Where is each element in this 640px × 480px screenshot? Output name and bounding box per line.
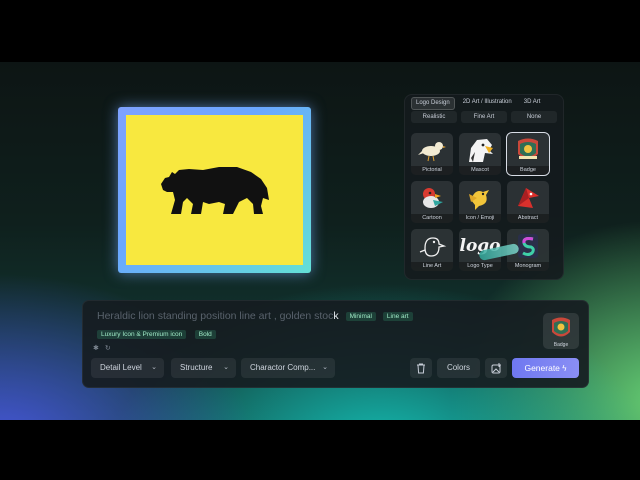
prompt-bar: Heraldic lion standing position line art… [82, 300, 589, 388]
tile-label: Badge [507, 166, 549, 175]
chevron-down-icon: ⌄ [151, 364, 157, 371]
tab-2d-art[interactable]: 2D Art / Illustration [459, 97, 516, 108]
style-tile-mascot[interactable]: Mascot [459, 133, 501, 175]
detail-level-dropdown[interactable]: Detail Level ⌄ [91, 358, 164, 378]
tile-label: Icon / Emoji [459, 214, 501, 223]
preview-image-frame [118, 107, 311, 273]
tile-label: Abstract [507, 214, 549, 223]
bear-silhouette-icon [160, 167, 269, 214]
subtab-fine-art[interactable]: Fine Art [461, 111, 507, 123]
refresh-icon[interactable]: ↻ [105, 344, 111, 352]
prompt-typed-char: k [333, 310, 339, 322]
subtab-none[interactable]: None [511, 111, 557, 123]
tile-label: Pictorial [411, 166, 453, 175]
style-tile-badge[interactable]: Badge [506, 132, 550, 176]
structure-dropdown[interactable]: Structure ⌄ [171, 358, 236, 378]
chevron-down-icon: ⌄ [223, 364, 229, 371]
style-tile-line-art[interactable]: Line Art [411, 229, 453, 271]
style-tile-abstract[interactable]: Abstract [507, 181, 549, 223]
style-panel: Logo Design 2D Art / Illustration 3D Art… [404, 94, 564, 280]
chip-minimal[interactable]: Minimal [345, 311, 376, 321]
prompt-text: Heraldic lion standing position line art… [97, 310, 334, 322]
dropdown-label: Charactor Comp... [250, 363, 316, 372]
delete-button[interactable] [410, 358, 432, 378]
tile-label: Monogram [507, 262, 549, 271]
trash-icon [417, 363, 425, 373]
monogram-s-icon [518, 234, 538, 258]
prompt-chips: Luxury Icon & Premium icon Bold [97, 326, 220, 344]
chip-line-art[interactable]: Line art [382, 311, 413, 321]
tile-label: Line Art [411, 262, 453, 271]
eagle-mascot-icon [469, 139, 493, 162]
abstract-bird-icon [518, 188, 539, 208]
badge-emblem-icon [518, 138, 538, 159]
chip-luxury-icon[interactable]: Luxury Icon & Premium icon [97, 330, 187, 340]
dropdown-label: Detail Level [100, 363, 142, 372]
category-tabs: Logo Design 2D Art / Illustration 3D Art [411, 97, 561, 110]
tab-3d-art[interactable]: 3D Art [520, 97, 545, 108]
cartoon-bird-icon [423, 188, 443, 208]
sub-style-tabs: Realistic Fine Art None [411, 111, 557, 123]
prompt-mini-tools: ✱ ↻ [93, 344, 111, 352]
chevron-down-icon: ⌄ [322, 364, 328, 371]
line-art-bird-icon [419, 237, 447, 257]
generate-label: Generate [524, 363, 560, 373]
image-reference-button[interactable] [485, 358, 507, 378]
badge-emblem-icon [552, 317, 570, 337]
tile-label: Logo Type [459, 262, 501, 271]
tile-label: Mascot [459, 166, 501, 175]
colors-button[interactable]: Colors [437, 358, 480, 378]
yellow-bird-icon [469, 190, 489, 210]
dropdown-label: Structure [180, 363, 213, 372]
lightning-icon: ϟ [562, 364, 567, 373]
selected-style-label: Badge [553, 342, 569, 348]
style-tile-pictorial[interactable]: Pictorial [411, 133, 453, 175]
preview-image[interactable] [126, 115, 303, 265]
style-tile-icon-emoji[interactable]: Icon / Emoji [459, 181, 501, 223]
subtab-realistic[interactable]: Realistic [411, 111, 457, 123]
chip-bold[interactable]: Bold [194, 330, 216, 340]
generate-button[interactable]: Generate ϟ [512, 358, 579, 378]
tab-logo-design[interactable]: Logo Design [411, 97, 455, 110]
image-add-icon [491, 362, 501, 373]
sparkle-icon[interactable]: ✱ [93, 344, 99, 352]
tile-label: Cartoon [411, 214, 453, 223]
prompt-input[interactable]: Heraldic lion standing position line art… [97, 310, 413, 322]
character-composition-dropdown[interactable]: Charactor Comp... ⌄ [241, 358, 335, 378]
bird-pictorial-icon [418, 142, 446, 162]
selected-style-thumb[interactable]: Badge [543, 313, 579, 349]
style-tile-cartoon[interactable]: Cartoon [411, 181, 453, 223]
